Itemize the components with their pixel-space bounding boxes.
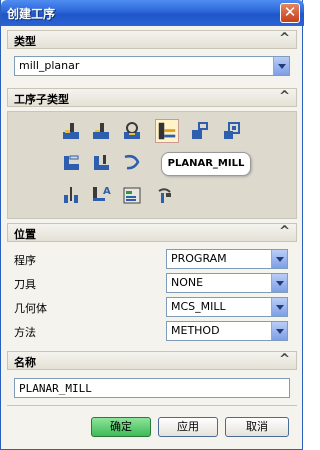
footer-divider — [7, 405, 297, 406]
dropdown-arrow-icon[interactable] — [271, 322, 287, 340]
cleanup-corners-icon[interactable] — [221, 121, 241, 141]
collapse-chevron-icon[interactable]: ^ — [279, 89, 290, 104]
subtype-tooltip: PLANAR_MILL — [161, 152, 251, 176]
planar-profile-icon[interactable] — [189, 121, 209, 141]
name-section-header[interactable]: 名称 ^ — [7, 351, 297, 370]
finish-walls-icon[interactable] — [61, 152, 81, 172]
type-dropdown-value: mill_planar — [19, 59, 80, 72]
dropdown-arrow-icon[interactable] — [273, 57, 289, 75]
dropdown-arrow-icon[interactable] — [271, 250, 287, 268]
planar-mill-icon[interactable] — [155, 119, 179, 143]
finish-floor-icon[interactable] — [91, 152, 111, 172]
title-bar[interactable]: 创建工序 ✕ — [1, 0, 304, 26]
name-input[interactable]: PLANAR_MILL — [14, 378, 290, 398]
text-icon-glyph: A — [103, 186, 111, 197]
program-label: 程序 — [14, 254, 36, 267]
apply-button[interactable]: 应用 — [158, 417, 218, 437]
geometry-dropdown[interactable]: MCS_MILL — [166, 297, 288, 317]
groove-milling-icon[interactable] — [122, 152, 142, 172]
collapse-chevron-icon[interactable]: ^ — [279, 352, 290, 367]
type-dropdown[interactable]: mill_planar — [14, 56, 290, 76]
method-label: 方法 — [14, 326, 36, 339]
dropdown-arrow-icon[interactable] — [271, 298, 287, 316]
subtype-section-title: 工序子类型 — [14, 93, 69, 106]
method-value: METHOD — [171, 324, 220, 337]
method-dropdown[interactable]: METHOD — [166, 321, 288, 341]
face-mill-area-icon[interactable] — [61, 121, 81, 141]
create-operation-dialog: 创建工序 ✕ 类型 ^ mill_planar 工序子类型 ^ A PLANAR… — [0, 0, 304, 450]
type-section-header[interactable]: 类型 ^ — [7, 30, 297, 49]
type-section-title: 类型 — [14, 35, 36, 48]
position-section-header[interactable]: 位置 ^ — [7, 223, 297, 242]
geometry-label: 几何体 — [14, 302, 47, 315]
face-mill-manual-icon[interactable] — [122, 121, 142, 141]
position-section-title: 位置 — [14, 228, 36, 241]
name-section-title: 名称 — [14, 356, 36, 369]
planar-text-icon[interactable]: A — [91, 183, 115, 203]
tool-value: NONE — [171, 276, 204, 289]
mill-user-icon[interactable] — [155, 185, 175, 205]
subtype-section-header[interactable]: 工序子类型 ^ — [7, 88, 297, 107]
cancel-button[interactable]: 取消 — [225, 417, 289, 437]
window-title: 创建工序 — [7, 7, 56, 21]
tool-dropdown[interactable]: NONE — [166, 273, 288, 293]
hole-milling-icon[interactable] — [61, 185, 81, 205]
mill-control-icon[interactable] — [122, 185, 142, 205]
dropdown-arrow-icon[interactable] — [271, 274, 287, 292]
subtype-icon-panel — [7, 111, 297, 219]
ok-button[interactable]: 确定 — [91, 417, 151, 437]
face-mill-icon[interactable] — [91, 121, 111, 141]
collapse-chevron-icon[interactable]: ^ — [279, 31, 290, 46]
program-value: PROGRAM — [171, 252, 227, 265]
collapse-chevron-icon[interactable]: ^ — [279, 224, 290, 239]
tool-label: 刀具 — [14, 278, 36, 291]
close-button[interactable]: ✕ — [280, 3, 300, 23]
geometry-value: MCS_MILL — [171, 300, 226, 313]
program-dropdown[interactable]: PROGRAM — [166, 249, 288, 269]
